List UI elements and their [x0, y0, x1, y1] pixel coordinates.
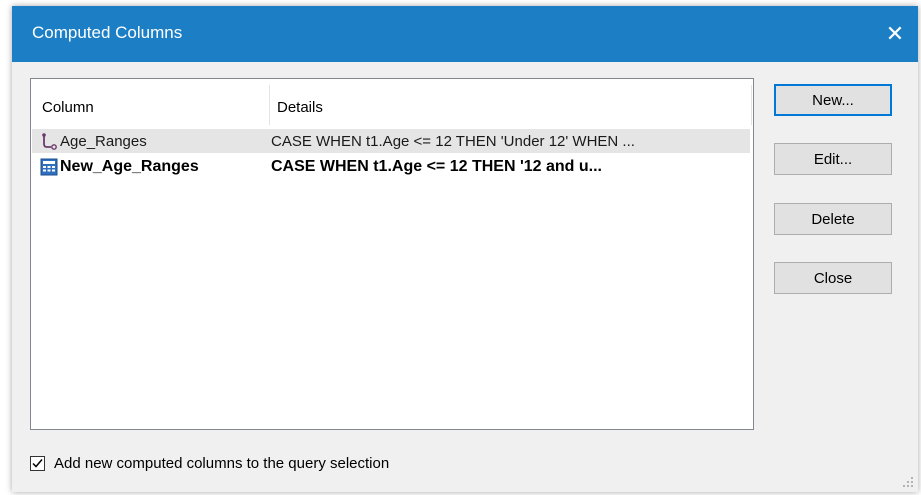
- row-details: CASE WHEN t1.Age <= 12 THEN '12 and u...: [271, 158, 602, 175]
- checkmark-icon: [32, 459, 43, 468]
- add-to-query-checkbox[interactable]: [30, 456, 45, 471]
- header-divider[interactable]: [269, 85, 270, 125]
- computed-columns-list[interactable]: Column Details Age_Ranges CASE WHEN t1.A…: [30, 78, 754, 430]
- delete-button[interactable]: Delete: [774, 203, 892, 235]
- close-window-button[interactable]: ✕: [872, 6, 918, 62]
- row-details: CASE WHEN t1.Age <= 12 THEN 'Under 12' W…: [271, 133, 635, 150]
- header-divider-end: [751, 85, 752, 125]
- list-row-new-age-ranges[interactable]: New_Age_Ranges CASE WHEN t1.Age <= 12 TH…: [32, 155, 750, 179]
- computed-columns-dialog: Computed Columns ✕ Column Details Age_Ra…: [12, 6, 918, 492]
- details-header[interactable]: Details: [277, 99, 323, 116]
- close-button[interactable]: Close: [774, 262, 892, 294]
- recode-icon: [42, 133, 57, 150]
- calculator-icon: [40, 158, 58, 176]
- list-header: Column Details: [31, 79, 753, 125]
- window-title: Computed Columns: [32, 23, 183, 42]
- list-row-age-ranges[interactable]: Age_Ranges CASE WHEN t1.Age <= 12 THEN '…: [32, 129, 750, 153]
- title-bar: Computed Columns ✕: [12, 6, 918, 62]
- add-to-query-label[interactable]: Add new computed columns to the query se…: [54, 455, 389, 472]
- edit-button[interactable]: Edit...: [774, 143, 892, 175]
- resize-grip-icon[interactable]: [902, 476, 914, 488]
- column-header[interactable]: Column: [42, 99, 94, 116]
- row-column-name: Age_Ranges: [60, 133, 147, 150]
- new-button[interactable]: New...: [774, 84, 892, 116]
- row-column-name: New_Age_Ranges: [60, 158, 199, 175]
